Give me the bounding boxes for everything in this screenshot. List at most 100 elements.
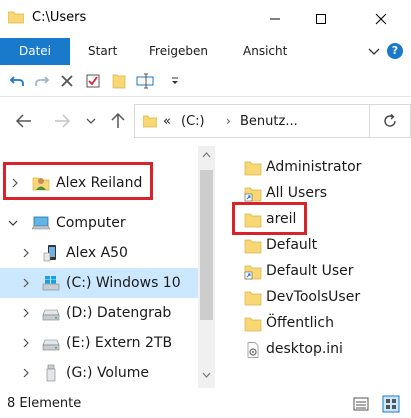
window-title: C:\Users [32, 10, 87, 25]
chevron-down-icon[interactable] [366, 44, 382, 58]
redo-icon [35, 76, 50, 86]
breadcrumb-separator-icon: › [226, 114, 231, 128]
tree-item-computer[interactable]: Computer [0, 208, 198, 238]
undo-icon [9, 76, 24, 86]
tree-item-alex-reiland[interactable]: Alex Reiland [0, 168, 198, 198]
delete-icon [61, 75, 73, 87]
close-button[interactable] [350, 0, 411, 38]
help-icon[interactable]: ? [387, 43, 403, 59]
drive-icon [42, 339, 60, 351]
tree-item-label: (E:) Extern 2TB [66, 335, 173, 351]
chevron-right-icon[interactable] [9, 175, 21, 191]
chevron-right-icon[interactable] [20, 245, 32, 261]
chevron-down-icon [86, 118, 96, 124]
scrollbar-thumb[interactable] [200, 170, 213, 320]
folder-icon [244, 291, 262, 306]
arrow-right-icon [55, 114, 71, 128]
large-icons-view-icon[interactable] [382, 395, 400, 413]
tree-item-alex-a50[interactable]: Alex A50 [0, 238, 198, 268]
refresh-icon [384, 113, 396, 127]
close-icon [375, 13, 386, 25]
folder-icon [244, 239, 262, 254]
arrow-left-icon [15, 114, 31, 128]
tree-item-label: (D:) Datengrab [66, 305, 172, 321]
tree-item-e-drive[interactable]: (E:) Extern 2TB [0, 328, 198, 358]
usb-drive-icon [46, 364, 56, 382]
forward-button[interactable] [52, 110, 72, 132]
tree-item-label: Alex A50 [66, 245, 128, 261]
folder-shortcut-icon [244, 187, 262, 202]
tree-item-d-drive[interactable]: (D:) Datengrab [0, 298, 198, 328]
computer-icon [32, 216, 50, 230]
list-item-label: areil [266, 211, 297, 227]
list-item-label: All Users [266, 185, 328, 201]
user-folder-icon [32, 177, 50, 191]
item-count: 8 Elemente [7, 396, 82, 411]
tree-item-label: (C:) Windows 10 [66, 275, 181, 291]
tree-item-label: Computer [56, 215, 126, 231]
folder-icon [244, 213, 262, 228]
status-bar: 8 Elemente [0, 390, 411, 418]
arrow-up-icon [111, 112, 125, 128]
drive-icon [42, 309, 60, 321]
delete-button[interactable] [58, 72, 76, 90]
list-item-label: Default User [266, 263, 354, 279]
tab-datei[interactable]: Datei [0, 38, 70, 65]
tab-start[interactable]: Start [88, 38, 117, 65]
list-item-label: DevToolsUser [266, 289, 361, 305]
maximize-icon [316, 14, 326, 24]
tree-item-c-drive[interactable]: (C:) Windows 10 [0, 268, 198, 298]
tab-ansicht[interactable]: Ansicht [243, 38, 287, 65]
tree-item-g-drive[interactable]: (G:) Volume [0, 358, 198, 388]
chevron-down-icon[interactable] [7, 215, 19, 231]
scroll-down-icon[interactable] [202, 372, 211, 378]
folder-shortcut-icon [244, 265, 262, 280]
refresh-button[interactable] [370, 104, 411, 138]
list-item-label: Öffentlich [266, 315, 334, 331]
redo-button[interactable] [33, 72, 51, 90]
back-button[interactable] [14, 110, 34, 132]
folder-icon [244, 317, 262, 332]
address-segment-drive[interactable]: (C:) [181, 114, 205, 129]
navigation-pane: Alex Reiland Computer Alex A50 (C:) Wind… [0, 146, 198, 388]
file-list: Administrator All Users areil Default De… [216, 146, 411, 388]
minimize-icon [270, 18, 280, 20]
folder-icon [244, 161, 262, 176]
folder-icon [8, 11, 24, 24]
windows-drive-icon [42, 276, 60, 291]
customize-toolbar-button[interactable] [166, 72, 184, 90]
list-item-label: desktop.ini [266, 341, 343, 357]
settings-file-icon [247, 342, 259, 358]
new-folder-icon [112, 74, 126, 89]
ribbon-tabs: Datei Start Freigeben Ansicht ? [0, 38, 411, 65]
tree-item-label: (G:) Volume [66, 365, 150, 381]
dropdown-arrow-icon [172, 77, 178, 84]
quick-access-toolbar [0, 65, 411, 97]
up-button[interactable] [108, 110, 128, 132]
list-item-label: Administrator [266, 159, 362, 175]
chevron-right-icon[interactable] [20, 275, 32, 291]
address-bar[interactable]: « (C:) › Benutz... [134, 104, 370, 138]
properties-button[interactable] [84, 72, 102, 90]
list-item-label: Default [266, 237, 318, 253]
title-bar: C:\Users [0, 0, 411, 38]
checkbox-properties-icon [86, 74, 100, 88]
chevron-right-icon[interactable] [20, 335, 32, 351]
chevron-right-icon[interactable] [20, 305, 32, 321]
address-overflow-chevron[interactable]: « [163, 114, 171, 129]
folder-icon [143, 115, 157, 128]
recent-locations-button[interactable] [84, 110, 98, 132]
tab-freigeben[interactable]: Freigeben [149, 38, 208, 65]
new-folder-button[interactable] [110, 72, 128, 90]
phone-icon [43, 245, 56, 262]
details-view-icon[interactable] [352, 395, 370, 413]
undo-button[interactable] [8, 72, 26, 90]
minimize-button[interactable] [252, 0, 298, 38]
rename-icon [136, 73, 154, 89]
maximize-button[interactable] [298, 0, 344, 38]
rename-button[interactable] [134, 72, 158, 90]
address-segment-users[interactable]: Benutz... [240, 114, 298, 129]
vertical-scrollbar[interactable] [198, 146, 215, 388]
scroll-up-icon[interactable] [202, 152, 211, 158]
chevron-right-icon[interactable] [20, 365, 32, 381]
